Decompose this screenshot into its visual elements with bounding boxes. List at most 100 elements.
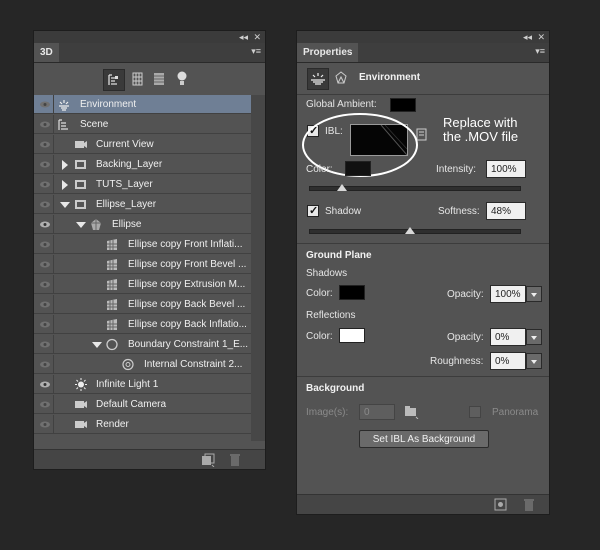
shadows-opacity-input[interactable]: 100% <box>490 285 526 303</box>
delete-icon[interactable] <box>523 498 535 512</box>
reflections-opacity-dropdown[interactable] <box>526 329 542 345</box>
layer-row-ellipse[interactable]: Ellipse <box>34 215 251 234</box>
layer-row-material[interactable]: Ellipse copy Extrusion M... <box>34 275 251 294</box>
roughness-label: Roughness: <box>430 356 484 367</box>
reflections-opacity-input[interactable]: 0% <box>490 328 526 346</box>
properties-tab-row: Properties ▾≡ <box>297 43 549 63</box>
layer-row-default-camera[interactable]: Default Camera <box>34 395 251 414</box>
visibility-toggle[interactable] <box>37 255 54 274</box>
visibility-toggle[interactable] <box>37 295 54 314</box>
layer-row-backing-layer[interactable]: Backing_Layer <box>34 155 251 174</box>
collapse-icon[interactable]: ◂◂ <box>239 31 248 43</box>
layer-row-environment[interactable]: Environment <box>34 95 251 114</box>
collapse-arrow-icon[interactable] <box>92 342 102 348</box>
panel-menu-icon[interactable]: ▾≡ <box>535 46 545 57</box>
visibility-toggle[interactable] <box>37 335 54 354</box>
global-ambient-color-swatch[interactable] <box>390 98 416 112</box>
set-ibl-as-background-button[interactable]: Set IBL As Background <box>359 430 489 448</box>
visibility-toggle[interactable] <box>37 115 54 134</box>
softness-slider-knob[interactable] <box>405 227 415 234</box>
images-input[interactable]: 0 <box>359 404 395 420</box>
shadow-checkbox[interactable] <box>307 204 319 217</box>
roughness-dropdown[interactable] <box>526 353 542 369</box>
panel-menu-icon[interactable]: ▾≡ <box>251 46 261 57</box>
reflections-color-swatch[interactable] <box>339 328 365 343</box>
collapse-arrow-icon[interactable] <box>60 202 70 208</box>
camera-icon <box>75 421 87 428</box>
ibl-color-swatch[interactable] <box>345 161 371 176</box>
shadows-color-swatch[interactable] <box>339 285 365 300</box>
panorama-checkbox[interactable] <box>469 406 481 418</box>
visibility-toggle[interactable] <box>37 175 54 194</box>
tab-3d[interactable]: 3D <box>34 43 59 62</box>
layer-label: Boundary Constraint 1_E... <box>128 339 249 350</box>
collapse-icon[interactable]: ◂◂ <box>523 31 532 43</box>
material-icon <box>107 259 117 270</box>
visibility-toggle[interactable] <box>37 215 54 234</box>
visibility-toggle[interactable] <box>37 415 54 434</box>
3d-panel-footer <box>34 449 265 469</box>
delete-icon[interactable] <box>229 453 241 467</box>
visibility-toggle[interactable] <box>37 375 54 394</box>
layer-list: Environment Scene Current View Backing_L… <box>34 95 251 435</box>
visibility-toggle[interactable] <box>37 95 54 114</box>
filter-meshes-icon[interactable] <box>132 72 144 89</box>
intensity-label: Intensity: <box>436 164 477 175</box>
visibility-toggle[interactable] <box>37 395 54 414</box>
softness-input[interactable]: 48% <box>486 202 526 220</box>
visibility-toggle[interactable] <box>37 195 54 214</box>
camera-icon <box>75 401 87 408</box>
folder-icon <box>75 180 86 189</box>
layer-label: Ellipse copy Back Inflatio... <box>128 319 247 330</box>
layer-label: Internal Constraint 2... <box>144 359 243 370</box>
visibility-toggle[interactable] <box>37 235 54 254</box>
close-icon[interactable]: ✕ <box>253 31 261 43</box>
constraint-icon <box>122 358 134 371</box>
environment-tab-icon[interactable] <box>307 68 329 90</box>
layer-list-scrollbar[interactable] <box>251 95 265 441</box>
softness-slider-track[interactable] <box>309 229 521 234</box>
layer-row-boundary-constraint[interactable]: Boundary Constraint 1_E... <box>34 335 251 354</box>
filter-lights-icon[interactable] <box>176 71 188 89</box>
folder-icon[interactable] <box>404 405 420 419</box>
layer-row-tuts-layer[interactable]: TUTS_Layer <box>34 175 251 194</box>
visibility-toggle[interactable] <box>37 355 54 374</box>
intensity-input[interactable]: 100% <box>486 160 526 178</box>
layer-row-internal-constraint[interactable]: Internal Constraint 2... <box>34 355 251 374</box>
layer-row-material[interactable]: Ellipse copy Front Bevel ... <box>34 255 251 274</box>
shadows-opacity-dropdown[interactable] <box>526 286 542 302</box>
layer-row-scene[interactable]: Scene <box>34 115 251 134</box>
3d-tab-row: 3D ▾≡ <box>34 43 265 63</box>
filter-whole-scene-icon[interactable] <box>103 69 125 91</box>
intensity-slider-knob[interactable] <box>337 184 347 191</box>
expand-arrow-icon[interactable] <box>62 160 68 170</box>
close-icon[interactable]: ✕ <box>537 31 545 43</box>
layer-label: Ellipse <box>112 219 142 230</box>
visibility-toggle[interactable] <box>37 315 54 334</box>
layer-row-ellipse-layer[interactable]: Ellipse_Layer <box>34 195 251 214</box>
visibility-toggle[interactable] <box>37 155 54 174</box>
layer-row-render[interactable]: Render <box>34 415 251 434</box>
layer-label: Default Camera <box>96 399 167 410</box>
reset-view-icon[interactable] <box>494 498 508 512</box>
layer-label: Backing_Layer <box>96 159 163 170</box>
layer-row-material[interactable]: Ellipse copy Front Inflati... <box>34 235 251 254</box>
roughness-input[interactable]: 0% <box>490 352 526 370</box>
tab-properties[interactable]: Properties <box>297 43 359 62</box>
scene-settings-icon[interactable] <box>334 71 348 85</box>
global-ambient-label: Global Ambient: <box>306 99 377 110</box>
layer-row-material[interactable]: Ellipse copy Back Inflatio... <box>34 315 251 334</box>
layer-row-current-view[interactable]: Current View <box>34 135 251 154</box>
filter-materials-icon[interactable] <box>153 72 165 89</box>
expand-arrow-icon[interactable] <box>62 180 68 190</box>
visibility-toggle[interactable] <box>37 275 54 294</box>
collapse-arrow-icon[interactable] <box>76 222 86 228</box>
layer-row-material[interactable]: Ellipse copy Back Bevel ... <box>34 295 251 314</box>
shadows-label: Shadows <box>306 268 348 279</box>
layer-row-infinite-light[interactable]: Infinite Light 1 <box>34 375 251 394</box>
visibility-toggle[interactable] <box>37 135 54 154</box>
divider <box>297 376 549 377</box>
panel-titlebar: ◂◂ ✕ <box>34 31 265 43</box>
new-object-icon[interactable] <box>201 453 215 467</box>
panel-titlebar: ◂◂ ✕ <box>297 31 549 43</box>
